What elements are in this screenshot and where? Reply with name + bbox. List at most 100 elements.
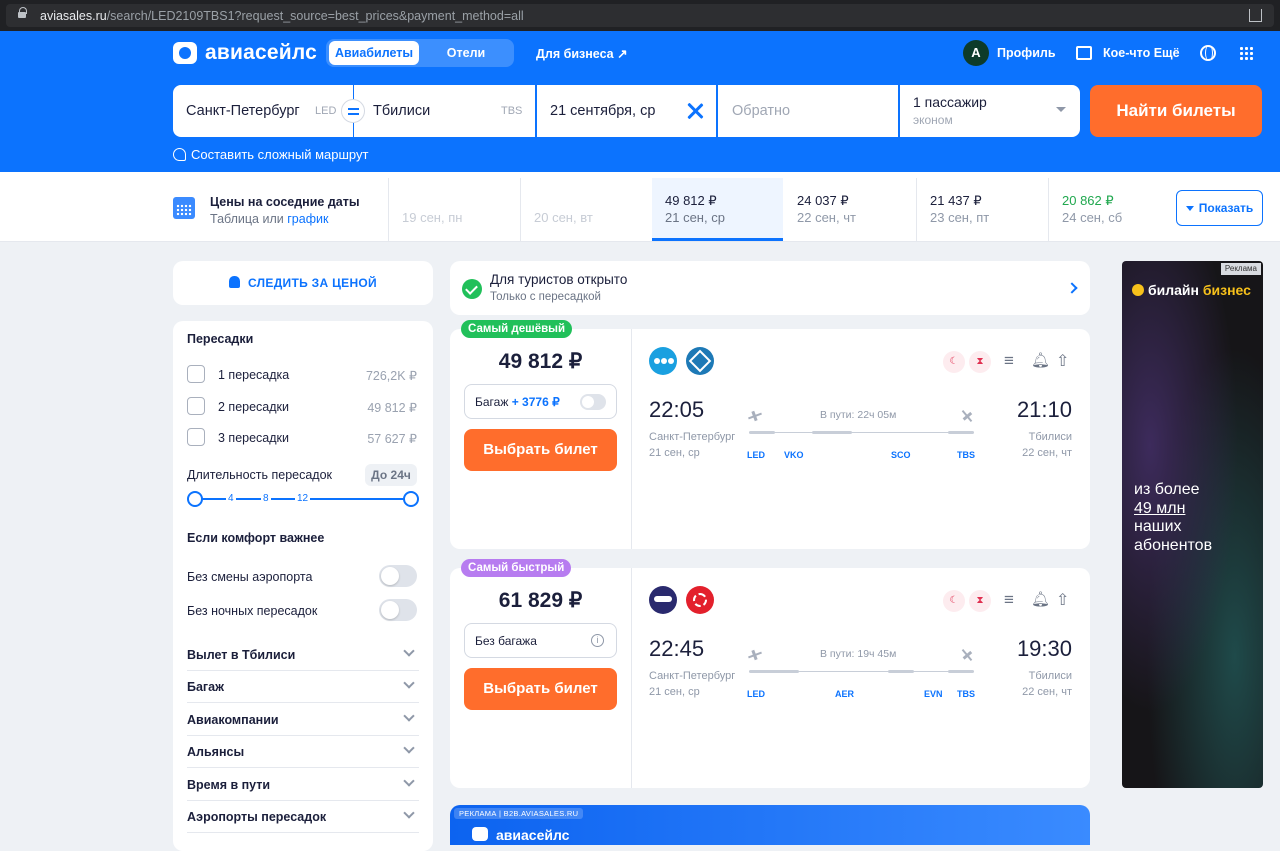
date-cell[interactable]: 20 сен, вт — [520, 178, 651, 241]
globe-icon[interactable] — [1200, 45, 1216, 61]
baggage-option[interactable]: Без багажа i — [464, 623, 617, 658]
accordion-airlines[interactable]: Авиакомпании — [187, 704, 419, 736]
slider-tick: 4 — [226, 493, 236, 504]
airport-code: LED — [747, 450, 765, 460]
logo-icon[interactable] — [173, 42, 197, 64]
arrive-date: 22 сен, чт — [1022, 686, 1072, 698]
url-text[interactable]: aviasales.ru/search/LED2109TBS1?request_… — [40, 9, 524, 23]
depart-city: Санкт-Петербург — [649, 431, 736, 443]
business-link[interactable]: Для бизнеса ↗ — [536, 46, 628, 61]
transfer-2-checkbox[interactable] — [187, 397, 205, 415]
transfers-title: Пересадки — [187, 332, 254, 346]
airport-code: VKO — [784, 450, 804, 460]
transfer-3-checkbox[interactable] — [187, 428, 205, 446]
flight-duration: В пути: 22ч 05м — [820, 409, 897, 421]
bell-icon[interactable]: 🔔︎ — [1031, 351, 1053, 373]
share-icon[interactable] — [1249, 9, 1262, 22]
nearby-dates-bar: Цены на соседние даты Таблица или график… — [0, 172, 1280, 242]
destination-field[interactable]: Тбилиси TBS — [354, 85, 535, 137]
share-icon[interactable]: ⇧ — [1056, 351, 1078, 373]
chevron-right-icon — [1066, 282, 1078, 294]
airline-logo-icon — [649, 347, 677, 375]
depart-date-value: 21 сентября, ср — [550, 103, 656, 119]
watch-price-button[interactable]: СЛЕДИТЬ ЗА ЦЕНОЙ — [173, 261, 433, 305]
avatar[interactable]: A — [963, 40, 989, 66]
slider-handle-min[interactable] — [187, 491, 203, 507]
show-dates-button[interactable]: Показать — [1176, 190, 1263, 226]
arrive-time: 19:30 — [1016, 636, 1072, 661]
swap-direction-button[interactable] — [341, 99, 365, 123]
origin-field[interactable]: Санкт-Петербург LED — [173, 85, 353, 137]
side-advertisement[interactable]: Реклама билайн бизнес из более 49 млн на… — [1122, 261, 1263, 788]
takeoff-icon — [748, 650, 762, 660]
baggage-toggle[interactable] — [580, 394, 606, 410]
cheapest-badge: Самый дешёвый — [461, 320, 573, 338]
compare-icon[interactable]: ≡ — [1004, 351, 1026, 373]
tab-flights[interactable]: Авиабилеты — [329, 41, 419, 65]
info-icon[interactable]: i — [591, 634, 604, 647]
promo-tag: РЕКЛАМА | B2B.AVIASALES.RU — [454, 808, 584, 819]
accordion-baggage[interactable]: Багаж — [187, 671, 419, 703]
share-icon[interactable]: ⇧ — [1056, 590, 1078, 612]
accordion-transfer-airports[interactable]: Аэропорты пересадок — [187, 801, 419, 833]
no-night-toggle[interactable] — [379, 599, 417, 621]
slider-handle-max[interactable] — [403, 491, 419, 507]
tab-hotels[interactable]: Отели — [422, 41, 510, 65]
complex-route-link[interactable]: Составить сложный маршрут — [173, 147, 368, 162]
transfer-1-label[interactable]: 1 пересадка — [218, 368, 289, 382]
date-cell[interactable]: 19 сен, пн — [388, 178, 519, 241]
flight-duration: В пути: 19ч 45м — [820, 648, 897, 660]
date-cell-selected[interactable]: 49 812 ₽21 сен, ср — [652, 178, 783, 241]
transfer-1-checkbox[interactable] — [187, 365, 205, 383]
ad-brand: билайн бизнес — [1132, 282, 1251, 298]
accordion-alliances[interactable]: Альянсы — [187, 736, 419, 768]
transfer-3-label[interactable]: 3 пересадки — [218, 431, 289, 445]
profile-link[interactable]: Профиль — [997, 46, 1056, 60]
transfer-3-price: 57 627 ₽ — [367, 432, 417, 446]
select-ticket-button[interactable]: Выбрать билет — [464, 429, 617, 471]
tourist-notice[interactable]: Для туристов открыто Только с пересадкой — [450, 261, 1090, 315]
same-airport-toggle[interactable] — [379, 565, 417, 587]
airport-code: AER — [835, 689, 855, 699]
gift-icon[interactable] — [1076, 46, 1092, 60]
compare-icon[interactable]: ≡ — [1004, 590, 1026, 612]
return-date-field[interactable]: Обратно — [718, 85, 898, 137]
accordion-travel-time[interactable]: Время в пути — [187, 769, 419, 801]
promo-banner[interactable]: РЕКЛАМА | B2B.AVIASALES.RU авиасейлс — [450, 805, 1090, 845]
select-ticket-button[interactable]: Выбрать билет — [464, 668, 617, 710]
ad-label: Реклама — [1220, 263, 1261, 275]
more-link[interactable]: Кое-что Ещё — [1103, 46, 1180, 60]
baggage-option[interactable]: Багаж + 3776 ₽ — [464, 384, 617, 419]
passengers-field[interactable]: 1 пассажир эконом — [900, 85, 1080, 137]
arrive-date: 22 сен, чт — [1022, 447, 1072, 459]
airline-logo-icon — [686, 347, 714, 375]
site-header: авиасейлс Авиабилеты Отели Для бизнеса ↗… — [0, 31, 1280, 172]
airport-code: TBS — [957, 450, 975, 460]
arrive-city: Тбилиси — [1028, 670, 1072, 682]
logo-text[interactable]: авиасейлс — [205, 41, 317, 65]
slider-tick: 12 — [295, 493, 311, 504]
chart-link[interactable]: график — [287, 212, 328, 226]
fastest-badge: Самый быстрый — [461, 559, 572, 577]
apps-grid-icon[interactable] — [1239, 46, 1253, 60]
long-transfer-icon: ⧗ — [969, 351, 991, 373]
promo-logo-text: авиасейлс — [496, 827, 570, 843]
ticket-card[interactable]: Самый дешёвый 49 812 ₽ Багаж + 3776 ₽ Вы… — [450, 320, 1090, 549]
date-cell[interactable]: 21 437 ₽23 сен, пт — [916, 178, 1047, 241]
transfer-2-label[interactable]: 2 пересадки — [218, 400, 289, 414]
transfer-1-price: 726,2K ₽ — [365, 369, 417, 383]
date-cell[interactable]: 24 037 ₽22 сен, чт — [784, 178, 915, 241]
bell-icon[interactable]: 🔔︎ — [1031, 590, 1053, 612]
airport-code: TBS — [957, 689, 975, 699]
date-cell-cheapest[interactable]: 20 862 ₽24 сен, сб — [1048, 178, 1158, 241]
address-field[interactable]: aviasales.ru/search/LED2109TBS1?request_… — [6, 4, 1274, 27]
chevron-down-icon — [403, 677, 415, 689]
ticket-card[interactable]: Самый быстрый 61 829 ₽ Без багажа i Выбр… — [450, 559, 1090, 788]
clear-date-icon[interactable] — [686, 102, 704, 120]
search-button[interactable]: Найти билеты — [1090, 85, 1262, 137]
chevron-down-icon — [403, 775, 415, 787]
nearby-dates-subtitle: Таблица или график — [210, 212, 329, 226]
accordion-departure[interactable]: Вылет в Тбилиси — [187, 639, 419, 671]
chevron-down-icon — [403, 807, 415, 819]
same-airport-label: Без смены аэропорта — [187, 570, 313, 584]
